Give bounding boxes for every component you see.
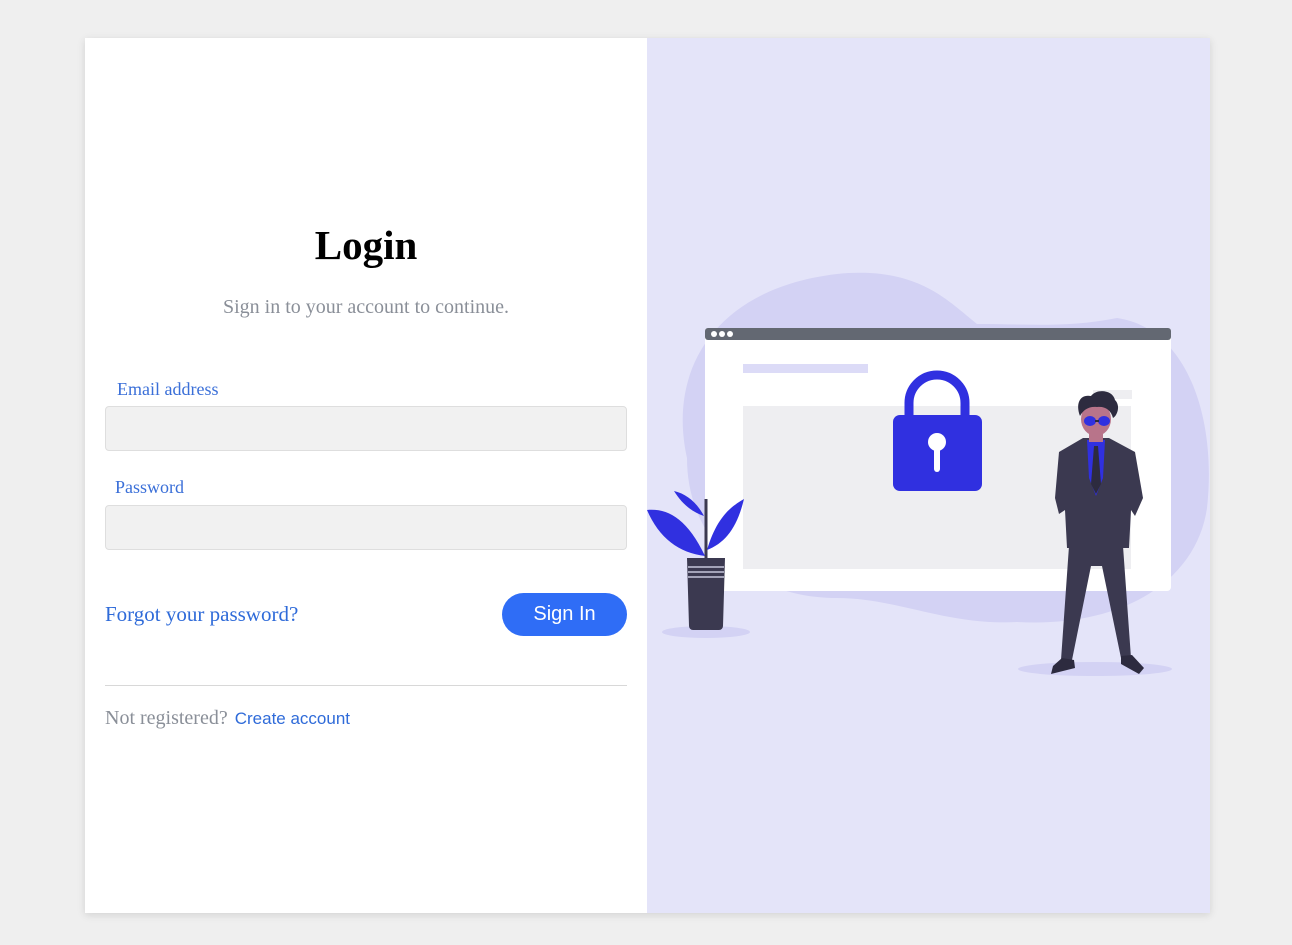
keyhole-slot	[934, 442, 940, 472]
password-label: Password	[115, 477, 185, 497]
divider	[105, 685, 627, 686]
not-registered-text: Not registered?	[105, 707, 228, 729]
window-dot	[727, 331, 733, 337]
pot-stripe	[688, 571, 724, 573]
pot-stripe	[688, 566, 724, 568]
browser-titlebar	[705, 328, 1171, 340]
lock-browser-security-illustration	[647, 272, 1209, 676]
content-bar	[743, 364, 868, 373]
pot-stripe	[688, 576, 724, 578]
create-account-link[interactable]: Create account	[235, 709, 350, 728]
login-card: Login Sign in to your account to continu…	[85, 38, 1210, 913]
sign-in-button[interactable]: Sign In	[502, 593, 627, 636]
plant-leaf	[647, 509, 705, 556]
password-field[interactable]	[105, 505, 627, 550]
sunglasses-bridge	[1095, 420, 1099, 422]
email-field[interactable]	[105, 406, 627, 451]
email-label: Email address	[117, 379, 219, 399]
page-subtitle: Sign in to your account to continue.	[222, 296, 510, 318]
window-dot	[719, 331, 725, 337]
illustration-panel	[647, 38, 1210, 913]
sunglasses-lens	[1084, 416, 1096, 426]
plant-pot	[687, 558, 725, 630]
person-shadow	[1018, 662, 1172, 676]
window-dot	[711, 331, 717, 337]
register-row: Not registered? Create account	[105, 705, 350, 732]
login-panel: Login Sign in to your account to continu…	[85, 38, 647, 913]
page-title: Login	[314, 222, 418, 268]
forgot-password-link[interactable]: Forgot your password?	[105, 601, 298, 627]
sunglasses-lens	[1098, 416, 1110, 426]
